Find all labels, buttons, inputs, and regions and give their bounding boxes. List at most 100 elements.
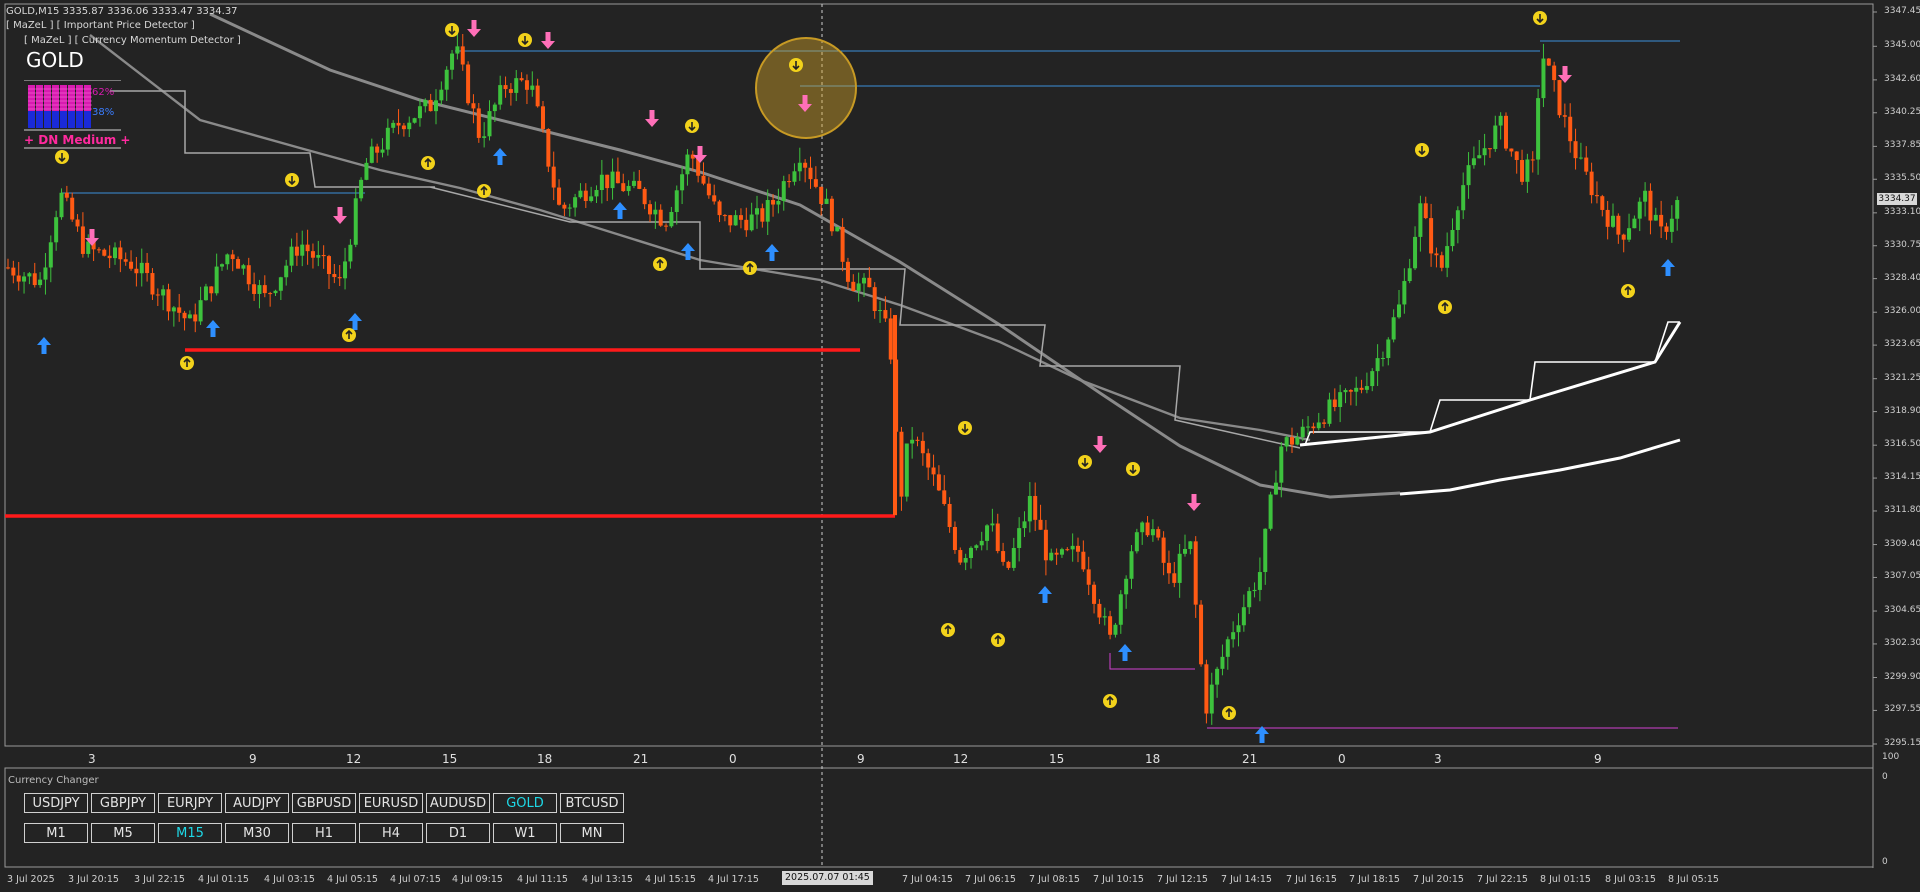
price-axis-label: 3333.10 [1884,206,1920,217]
candle-body [284,265,289,278]
candle-body [1659,214,1664,227]
candle-body [182,312,187,319]
subwindow-axis-max: 100 [1882,752,1900,762]
timeframe-d1-button[interactable]: D1 [426,823,490,843]
timeframe-m15-button[interactable]: M15 [158,823,222,843]
candle-body [1375,358,1380,372]
candle-body [444,69,449,90]
candle-body [476,108,481,138]
candle-body [498,85,503,105]
symbol-audusd-button[interactable]: AUDUSD [426,793,490,813]
candle-body [744,219,749,231]
candle-body [969,547,973,559]
candle-body [385,127,390,150]
candle-body [1273,482,1278,495]
candle-body [129,261,134,269]
timeframe-h1-button[interactable]: H1 [292,823,356,843]
time-axis-label: 8 Jul 03:15 [1605,874,1656,885]
candle-body [1193,541,1198,605]
timeframe-m5-button[interactable]: M5 [91,823,155,843]
candle-body [1177,553,1182,583]
candle-body [1188,541,1193,549]
candle-body [1530,159,1535,161]
candle-body [1487,148,1492,150]
symbol-gbpjpy-button[interactable]: GBPJPY [91,793,155,813]
candle-body [824,198,829,204]
timeframe-m1-button[interactable]: M1 [24,823,88,843]
candle-body [1648,190,1653,221]
hour-label: 9 [249,752,257,766]
timeframe-mn-button[interactable]: MN [560,823,624,843]
candle-body [1070,545,1075,550]
candle-body [530,85,535,90]
time-axis-label: 7 Jul 08:15 [1029,874,1080,885]
hour-label: 18 [1145,752,1161,766]
candle-body [1348,390,1353,392]
meter-bar-down [28,111,35,128]
price-axis-label: 3345.00 [1884,40,1920,51]
candle-body [942,490,947,504]
price-axis-label: 3347.45 [1884,6,1920,16]
candle-body [605,174,610,189]
candle-body [797,162,802,172]
candle-body [268,293,273,295]
candle-body [1429,218,1434,254]
candle-body [920,440,925,454]
candle-body [214,266,219,294]
time-axis-label: 4 Jul 17:15 [708,874,759,885]
candle-body [1134,532,1139,552]
candle-body [187,314,192,319]
candle-body [1001,551,1006,562]
symbol-audjpy-button[interactable]: AUDJPY [225,793,289,813]
candle-body [316,255,321,258]
candle-body [1653,214,1658,221]
symbol-gbpusd-button[interactable]: GBPUSD [292,793,356,813]
price-axis-label: 3330.75 [1884,239,1920,250]
candle-body [236,259,241,269]
candle-body [1150,529,1155,536]
candle-body [1407,268,1412,282]
candle-body [1166,562,1171,574]
timeframe-w1-button[interactable]: W1 [493,823,557,843]
price-axis-label: 3326.00 [1884,306,1920,317]
symbol-usdjpy-button[interactable]: USDJPY [24,793,88,813]
candle-body [508,89,513,93]
candle-body [1557,80,1562,116]
highlight-zone [755,37,857,139]
symbol-eurusd-button[interactable]: EURUSD [359,793,423,813]
candle-body [230,254,235,260]
candle-body [541,106,545,129]
candle-body [257,285,262,294]
time-axis-label: 7 Jul 18:15 [1349,874,1400,885]
candle-body [1311,426,1316,429]
candle-body [958,550,963,563]
candle-body [573,197,578,208]
candle-body [862,277,866,284]
candle-body [321,255,326,257]
candle-body [1156,529,1161,538]
candle-body [535,85,540,107]
candle-body [915,439,920,441]
symbol-btcusd-button[interactable]: BTCUSD [560,793,624,813]
candle-body [396,122,401,126]
candle-body [685,154,690,175]
candle-body [246,265,251,285]
candle-body [1386,339,1391,359]
timeframe-m30-button[interactable]: M30 [225,823,289,843]
candle-body [369,146,374,163]
timeframe-h4-button[interactable]: H4 [359,823,423,843]
candle-body [519,78,524,81]
candle-body [851,281,856,291]
meter-bar-down [44,111,51,128]
hour-label: 18 [537,752,553,766]
candle-body [471,103,476,109]
meter-bar-down [84,111,91,128]
candle-body [872,287,877,312]
candle-body [54,217,59,243]
candle-body [466,64,471,104]
time-axis-label: 7 Jul 04:15 [902,874,953,885]
candle-body [503,85,508,90]
symbol-gold-button[interactable]: GOLD [493,793,557,813]
symbol-eurjpy-button[interactable]: EURJPY [158,793,222,813]
candle-body [990,523,995,526]
